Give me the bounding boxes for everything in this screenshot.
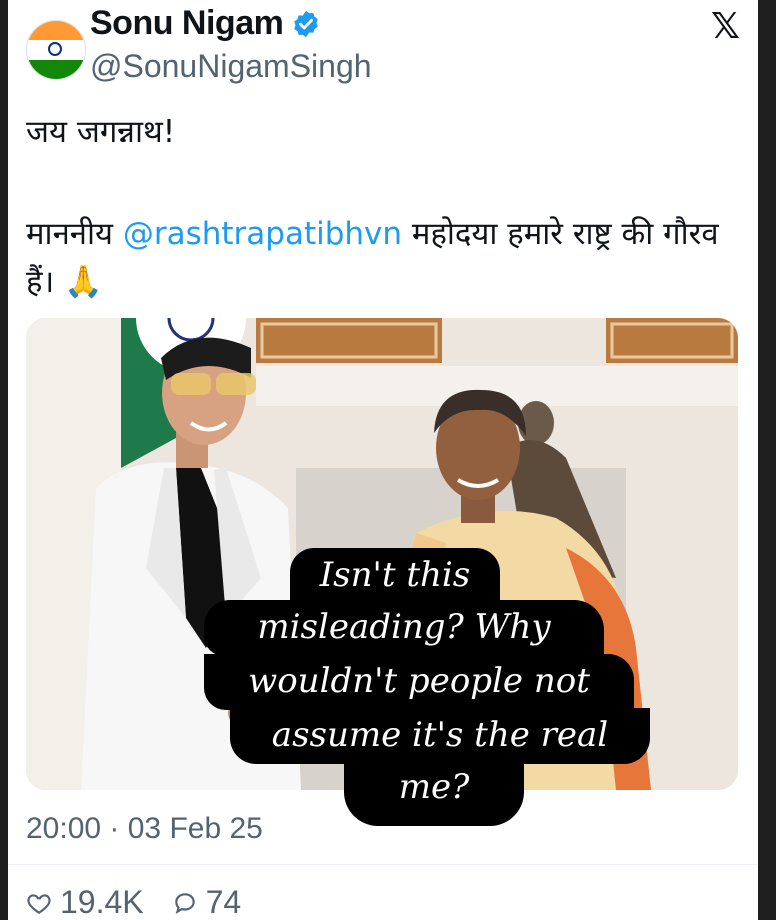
tweet-text-pre: माननीय xyxy=(26,216,123,252)
avatar[interactable] xyxy=(26,20,86,80)
overlay-caption-4: assume it's the real xyxy=(230,708,650,764)
author-row: Sonu Nigam xyxy=(90,4,321,43)
overlay-line3: wouldn't people not xyxy=(248,661,590,701)
handle[interactable]: @SonuNigamSingh xyxy=(90,48,372,85)
overlay-caption-2: misleading? Why xyxy=(204,600,604,656)
overlay-caption-5: me? xyxy=(344,760,524,826)
overlay-caption-3: wouldn't people not xyxy=(204,654,634,710)
overlay-line1: Isn't this xyxy=(319,555,471,595)
x-logo-icon: 𝕏 xyxy=(710,6,740,47)
engagement-bar: 19.4K 74 xyxy=(26,884,241,920)
tweet-text-line1: जय जगन्नाथ! xyxy=(26,114,176,150)
reply-button[interactable]: 74 xyxy=(172,884,242,920)
divider xyxy=(8,864,758,865)
display-name[interactable]: Sonu Nigam xyxy=(90,4,284,43)
verified-badge-icon xyxy=(294,10,319,37)
mention-link[interactable]: @rashtrapatibhvn xyxy=(123,216,402,252)
like-button[interactable]: 19.4K xyxy=(26,884,144,920)
like-count: 19.4K xyxy=(60,884,144,920)
reply-count: 74 xyxy=(205,884,242,920)
tweet-text-body: माननीय @rashtrapatibhvn महोदया हमारे राष… xyxy=(26,210,746,306)
overlay-line2: misleading? Why xyxy=(257,607,551,647)
timestamp[interactable]: 20:00 · 03 Feb 25 xyxy=(26,812,263,846)
tweet-card: Sonu Nigam @SonuNigamSingh 𝕏 जय जगन्नाथ!… xyxy=(8,0,758,920)
overlay-line5: me? xyxy=(398,767,470,807)
flag-wheel-icon xyxy=(48,42,62,56)
reply-icon xyxy=(174,892,195,914)
overlay-caption: Isn't this xyxy=(290,548,500,602)
heart-icon xyxy=(27,893,51,914)
overlay-line4: assume it's the real xyxy=(271,715,609,755)
